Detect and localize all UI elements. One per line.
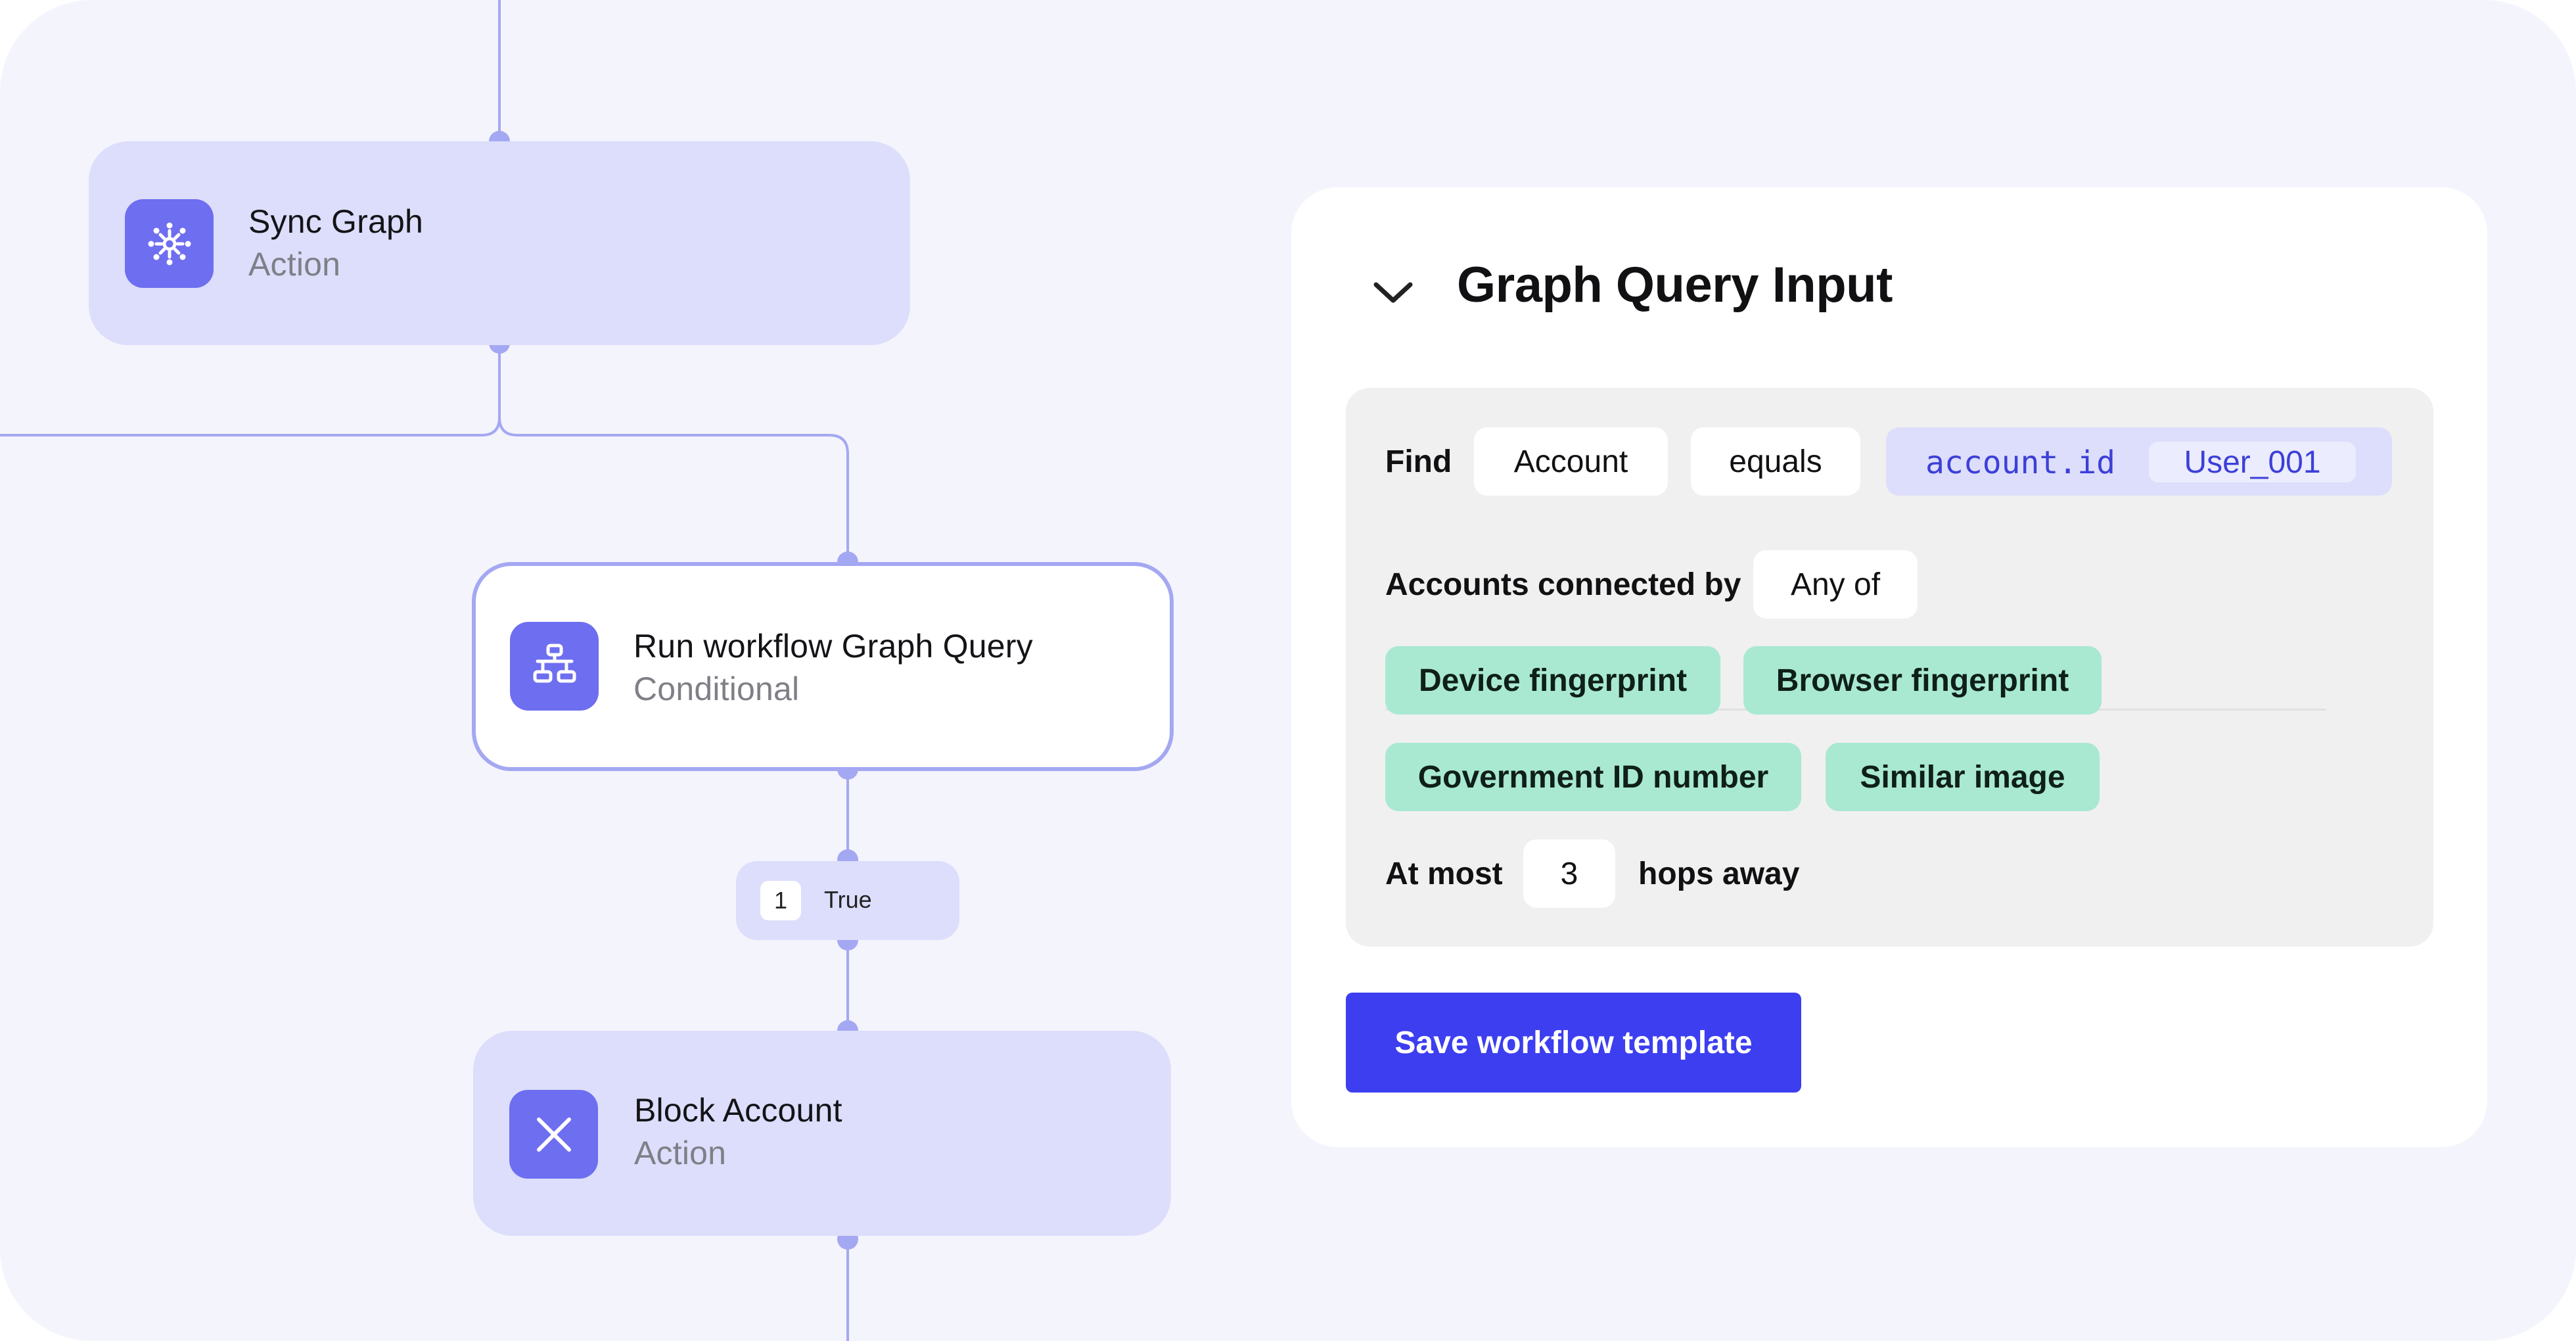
- tag-browser-fingerprint[interactable]: Browser fingerprint: [1743, 646, 2102, 715]
- connector-to-query: [498, 417, 849, 562]
- match-mode-select[interactable]: Any of: [1753, 550, 1918, 619]
- connected-label: Accounts connected by: [1385, 567, 1741, 602]
- node-title: Sync Graph: [248, 203, 424, 240]
- workflow-canvas: Sync Graph Action Run workflow Graph Que…: [0, 0, 2576, 1341]
- node-title: Block Account: [634, 1092, 842, 1129]
- tag-government-id-number[interactable]: Government ID number: [1385, 743, 1801, 811]
- hops-input[interactable]: 3: [1523, 839, 1615, 908]
- node-subtitle: Conditional: [633, 670, 800, 707]
- node-subtitle: Action: [248, 246, 341, 283]
- tag-similar-image[interactable]: Similar image: [1826, 743, 2100, 811]
- tag-device-fingerprint[interactable]: Device fingerprint: [1385, 646, 1720, 715]
- node-graph-query[interactable]: Run workflow Graph Query Conditional: [472, 562, 1174, 771]
- branch-number: 1: [760, 881, 801, 920]
- entity-select[interactable]: Account: [1474, 427, 1668, 496]
- close-icon: [509, 1090, 598, 1179]
- chevron-down-icon[interactable]: [1367, 266, 1419, 319]
- field-value-input[interactable]: account.id User_001: [1886, 427, 2392, 496]
- branch-true[interactable]: 1 True: [736, 861, 959, 940]
- node-sync-graph[interactable]: Sync Graph Action: [89, 141, 910, 345]
- branch-label: True: [824, 886, 872, 913]
- node-title: Run workflow Graph Query: [633, 628, 1033, 665]
- hops-prefix: At most: [1385, 857, 1503, 891]
- field-value[interactable]: User_001: [2149, 442, 2356, 482]
- node-block-account[interactable]: Block Account Action: [473, 1031, 1171, 1236]
- field-name: account.id: [1925, 444, 2115, 481]
- graph-query-panel: Graph Query Input Find Account equals ac…: [1291, 187, 2487, 1147]
- panel-title: Graph Query Input: [1457, 257, 1893, 313]
- query-builder: Find Account equals account.id User_001 …: [1346, 388, 2433, 947]
- save-workflow-template-button[interactable]: Save workflow template: [1346, 993, 1801, 1093]
- connector-split: [0, 343, 501, 436]
- hops-suffix: hops away: [1638, 857, 1800, 891]
- find-label: Find: [1385, 444, 1452, 479]
- flowchart-icon: [510, 622, 599, 711]
- network-icon: [125, 199, 214, 288]
- node-subtitle: Action: [634, 1135, 727, 1171]
- operator-select[interactable]: equals: [1691, 427, 1860, 496]
